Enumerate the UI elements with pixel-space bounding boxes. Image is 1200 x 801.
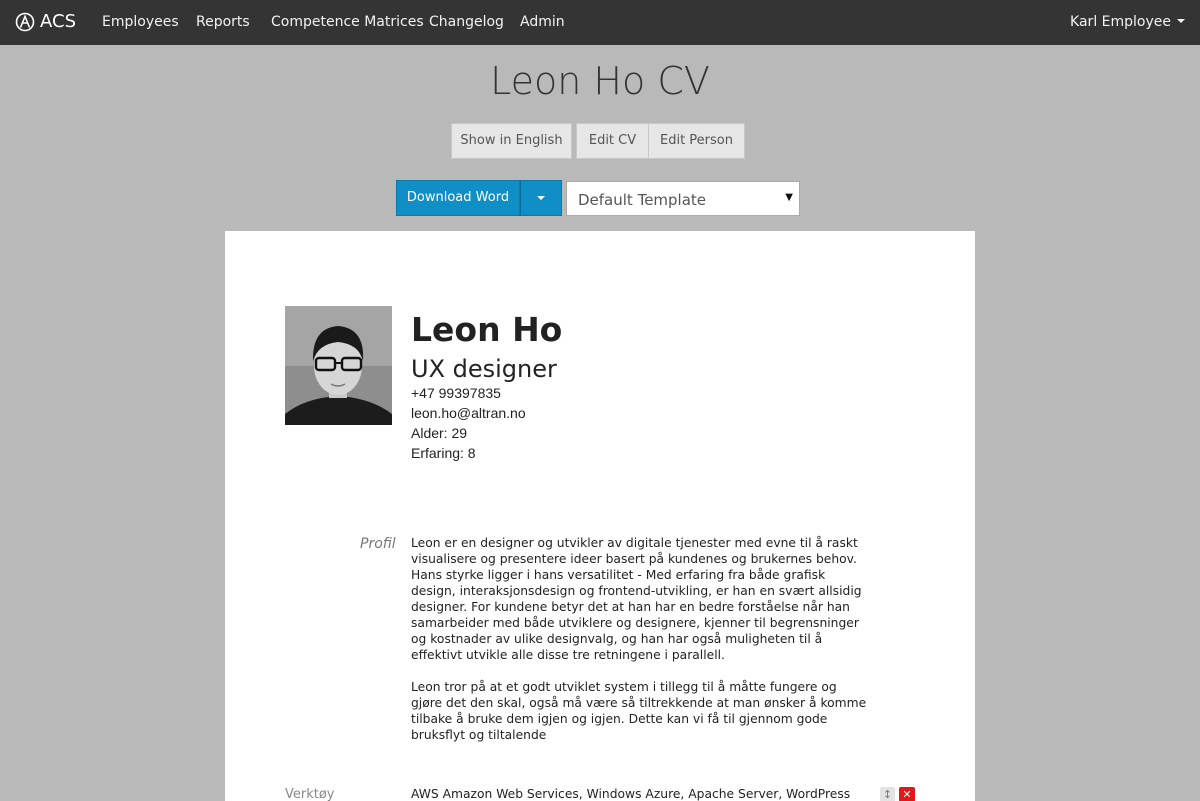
tools-section-label: Verktøy [285, 787, 335, 801]
dropdown-arrow-icon: ▼ [785, 192, 793, 203]
cv-email: leon.ho@altran.no [411, 405, 526, 421]
cv-experience: Erfaring: 8 [411, 445, 476, 461]
download-word-button[interactable]: Download Word [396, 180, 520, 216]
template-select[interactable]: Default Template ▼ [566, 181, 800, 216]
tools-value: AWS Amazon Web Services, Windows Azure, … [411, 787, 851, 801]
cv-document: Leon Ho UX designer +47 99397835 leon.ho… [225, 231, 975, 801]
user-menu[interactable]: Karl Employee [1070, 14, 1185, 30]
show-in-english-button[interactable]: Show in English [451, 123, 572, 159]
nav-link-changelog[interactable]: Changelog [429, 14, 504, 30]
profile-photo [285, 306, 392, 425]
profile-section-label: Profil [360, 536, 396, 552]
delete-icon[interactable]: ✕ [899, 787, 915, 801]
drag-handle-icon[interactable]: ↕ [880, 787, 895, 801]
user-name: Karl Employee [1070, 14, 1171, 30]
download-options-toggle[interactable] [520, 180, 562, 216]
brand-text: ACS [40, 11, 76, 32]
template-select-value: Default Template [578, 191, 707, 209]
edit-person-button[interactable]: Edit Person [648, 123, 745, 159]
cv-age: Alder: 29 [411, 425, 468, 441]
brand-logo[interactable]: ACS [15, 11, 76, 32]
nav-link-employees[interactable]: Employees [102, 14, 179, 30]
chevron-down-icon [1177, 19, 1185, 23]
edit-cv-button[interactable]: Edit CV [576, 123, 649, 159]
person-portrait-icon [285, 306, 392, 425]
nav-link-admin[interactable]: Admin [520, 14, 565, 30]
acs-logo-icon [15, 12, 35, 31]
profile-text: Leon er en designer og utvikler av digit… [411, 535, 871, 759]
profile-paragraph: Leon er en designer og utvikler av digit… [411, 536, 862, 662]
profile-paragraph: Leon tror på at et godt utviklet system … [411, 680, 867, 742]
chevron-down-icon [537, 195, 545, 200]
cv-phone: +47 99397835 [411, 385, 501, 401]
page-title: Leon Ho CV [490, 59, 710, 103]
nav-link-reports[interactable]: Reports [196, 14, 250, 30]
nav-link-competence-matrices[interactable]: Competence Matrices [271, 14, 424, 30]
cv-name: Leon Ho [411, 310, 563, 349]
cv-role: UX designer [411, 355, 557, 383]
top-navbar: ACS Employees Reports Competence Matrice… [0, 0, 1200, 45]
